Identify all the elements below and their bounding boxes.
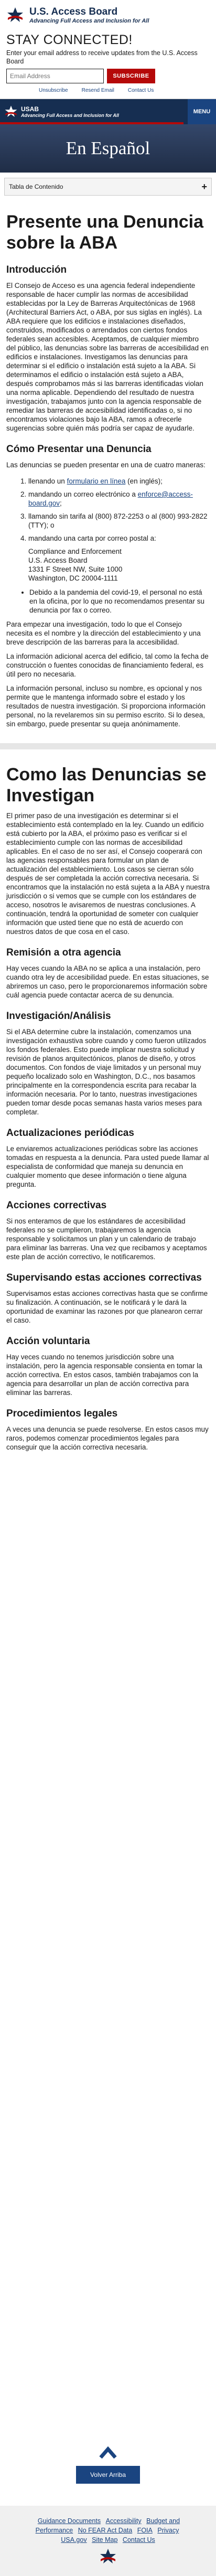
intro-heading: Introducción (6, 264, 67, 275)
table-of-contents-toggle[interactable]: Tabla de Contenido + (4, 178, 212, 196)
brand-title[interactable]: U.S. Access Board (29, 6, 149, 18)
page-title: Presente una Denuncia sobre la ABA (6, 212, 204, 253)
toc-label: Tabla de Contenido (9, 183, 63, 190)
banner-title: En Español (66, 138, 150, 158)
legal-heading: Procedimientos legales (6, 1408, 118, 1419)
brand: U.S. Access Board Advancing Full Access … (29, 6, 149, 24)
unsubscribe-link[interactable]: Unsubscribe (39, 88, 68, 93)
paragraph: Le enviaremos actualizaciones periódicas… (6, 1145, 209, 1188)
paragraph: Hay veces cuando la ABA no se aplica a u… (6, 964, 209, 999)
online-form-link[interactable]: formulario en línea (67, 477, 126, 485)
nav-bar: USAB Advancing Full Access and Inclusion… (0, 99, 216, 124)
footer-logo-icon (100, 2549, 116, 2563)
back-to-top: Volver Arriba (0, 2443, 216, 2502)
voluntary-heading: Acción voluntaria (6, 1336, 90, 1347)
usab-star-icon (5, 105, 17, 117)
how-to-file-heading: Cómo Presentar una Denuncia (6, 444, 152, 455)
site-header: U.S. Access Board Advancing Full Access … (0, 0, 216, 30)
footer-link[interactable]: USA.gov (61, 2536, 87, 2543)
corrective-heading: Acciones correctivas (6, 1200, 107, 1211)
investigation-title: Como las Denuncias se Investigan (6, 765, 207, 806)
access-board-logo[interactable] (6, 6, 24, 24)
paragraph: Supervisamos estas acciones correctivas … (6, 1290, 208, 1324)
subscribe-row: SUBSCRIBE (6, 69, 210, 83)
analysis-heading: Investigación/Análisis (6, 1011, 111, 1022)
menu-button[interactable]: MENU (188, 99, 216, 124)
stay-connected-heading: STAY CONNECTED! (6, 33, 133, 47)
stay-connected-text: Enter your email address to receive upda… (6, 49, 198, 65)
email-field[interactable] (6, 69, 104, 83)
updates-heading: Actualizaciones periódicas (6, 1128, 134, 1139)
section-divider (0, 743, 216, 749)
footer-links: Guidance Documents Accessibility Budget … (0, 2516, 216, 2545)
chevron-up-icon[interactable] (98, 2443, 118, 2464)
footer-link[interactable]: Contact Us (123, 2536, 155, 2543)
paragraph: La información personal, incluso su nomb… (6, 684, 206, 728)
footer-link[interactable]: FOIA (137, 2527, 153, 2534)
back-to-top-button[interactable]: Volver Arriba (76, 2466, 140, 2484)
list-item: mandando un correo electrónico a enforce… (28, 490, 210, 508)
footer-link[interactable]: Accessibility (106, 2517, 142, 2525)
nav-red-stripe (0, 122, 183, 124)
footer-link[interactable]: Guidance Documents (38, 2517, 101, 2525)
paragraph: Hay veces cuando no tenemos jurisdicción… (6, 1353, 202, 1397)
paragraph: Para empezar una investigación, todo lo … (6, 620, 201, 646)
plus-icon: + (201, 181, 207, 192)
intro-paragraph: El Consejo de Acceso es una agencia fede… (6, 282, 209, 432)
paragraph: El primer paso de una investigación es d… (6, 812, 210, 936)
subscribe-button[interactable]: SUBSCRIBE (107, 69, 155, 83)
paragraph: La información adicional acerca del edif… (6, 652, 209, 678)
main-content: Presente una Denuncia sobre la ABA Intro… (0, 211, 216, 1452)
paragraph: A veces una denuncia se puede resolverse… (6, 1425, 209, 1451)
paragraph: Si el ABA determine cubre la instalación… (6, 1028, 207, 1116)
site-footer: Guidance Documents Accessibility Budget … (0, 2506, 216, 2576)
list-item: llamando sin tarifa al (800) 872-2253 o … (28, 512, 210, 530)
covid-note-list: Debido a la pandemia del covid-19, el pe… (29, 588, 210, 615)
nav-title: USAB (21, 105, 39, 113)
contact-us-link[interactable]: Contact Us (128, 88, 154, 93)
list-item: Debido a la pandemia del covid-19, el pe… (29, 588, 210, 615)
footer-link[interactable]: Site Map (92, 2536, 117, 2543)
brand-tagline: Advancing Full Access and Inclusion for … (29, 18, 149, 24)
resend-email-link[interactable]: Resend Email (82, 88, 114, 93)
footer-link[interactable]: No FEAR Act Data (78, 2527, 133, 2534)
how-to-file-paragraph: Las denuncias se pueden presentar en una… (6, 461, 206, 469)
filing-methods-list: llenando un formulario en línea (en ingl… (28, 477, 210, 543)
list-item: mandando una carta por correo postal a: (28, 534, 210, 543)
list-item: llenando un formulario en línea (en ingl… (28, 477, 210, 486)
footer-link[interactable]: Privacy (157, 2527, 179, 2534)
referral-heading: Remisión a otra agencia (6, 947, 121, 958)
monitoring-heading: Supervisando estas acciones correctivas (6, 1272, 202, 1283)
paragraph: Si nos enteramos de que los estándares d… (6, 1217, 207, 1261)
stay-connected-panel: STAY CONNECTED! Enter your email address… (0, 30, 216, 99)
subscription-links: Unsubscribe Resend Email Contact Us (39, 88, 210, 93)
nav-logo[interactable]: USAB Advancing Full Access and Inclusion… (4, 105, 119, 119)
page-banner: En Español (0, 124, 216, 173)
nav-tagline: Advancing Full Access and Inclusion for … (21, 113, 119, 118)
mailing-address: Compliance and Enforcement U.S. Access B… (28, 548, 123, 582)
